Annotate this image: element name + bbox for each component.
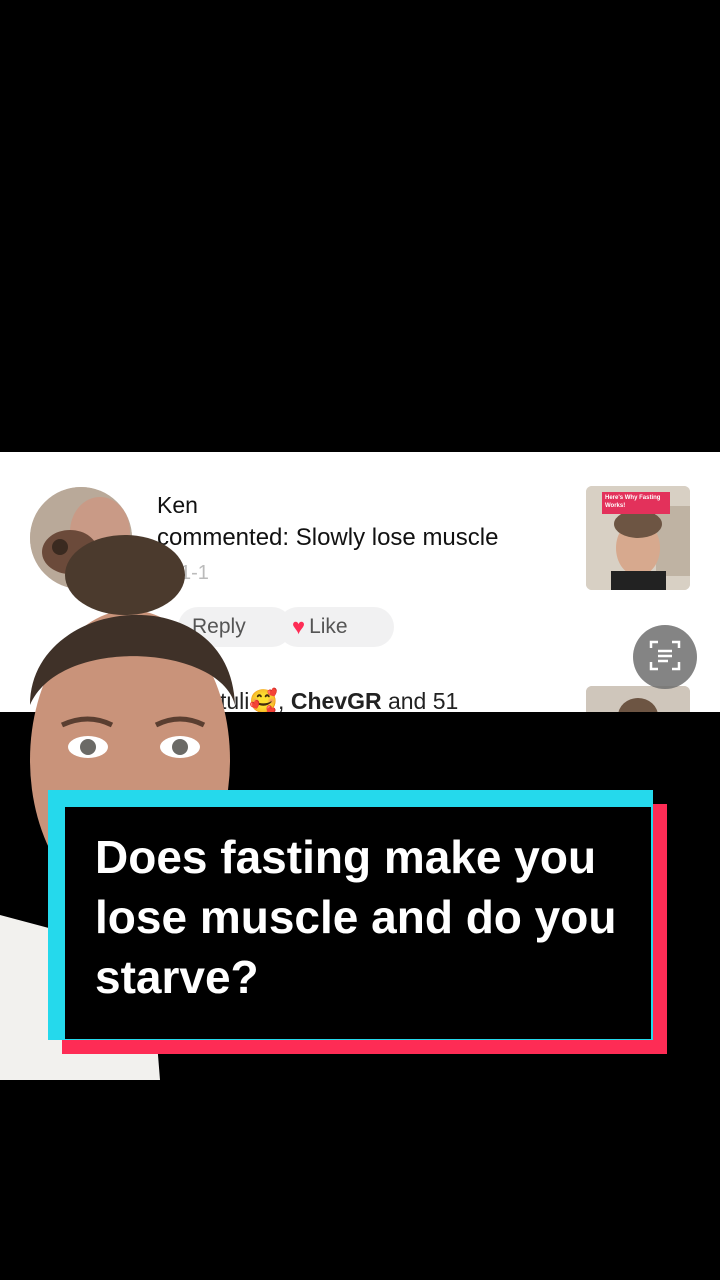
- text-scan-icon: [648, 638, 682, 677]
- caption-overlay: Does fasting make you lose muscle and do…: [48, 790, 673, 1060]
- like-label: Like: [309, 615, 348, 638]
- next-video-thumbnail[interactable]: [586, 686, 690, 712]
- likes-suffix: and 51: [381, 688, 459, 712]
- likes-user[interactable]: ChevGR: [291, 688, 382, 712]
- caption-text: Does fasting make you lose muscle and do…: [95, 831, 617, 1003]
- thumbnail-banner: Here's Why Fasting Works!: [602, 492, 670, 514]
- video-thumbnail[interactable]: Here's Why Fasting Works!: [586, 486, 690, 590]
- video-top-area: [0, 0, 720, 452]
- heart-icon: ♥: [292, 614, 306, 639]
- caption-box: Does fasting make you lose muscle and do…: [65, 807, 651, 1039]
- like-button[interactable]: ♥ Like: [278, 607, 394, 647]
- comment-username[interactable]: Ken: [157, 492, 198, 519]
- text-scan-button[interactable]: [633, 625, 697, 689]
